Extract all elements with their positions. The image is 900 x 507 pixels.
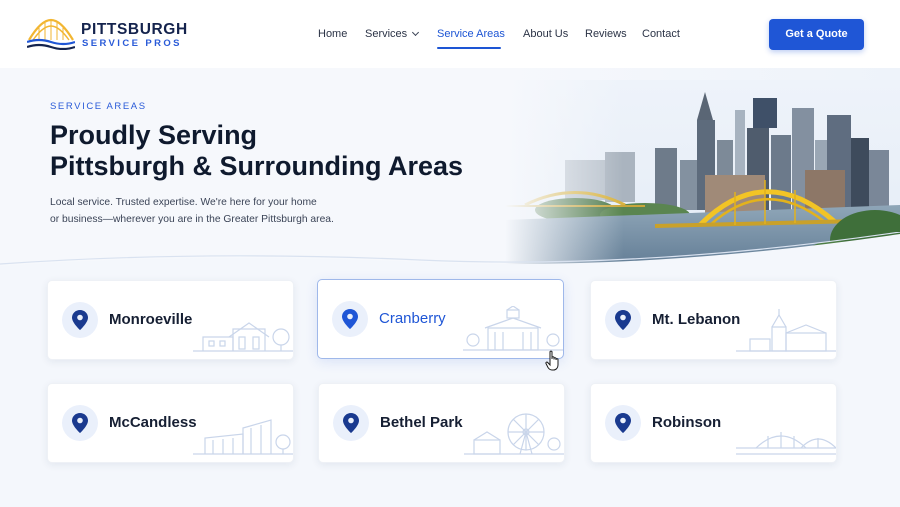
chevron-down-icon	[412, 28, 420, 37]
nav-services-label: Services	[365, 28, 408, 40]
map-pin-icon	[72, 310, 88, 330]
title-line-1: Proudly Serving	[50, 120, 258, 150]
area-card-monroeville[interactable]: Monroeville	[47, 280, 294, 360]
hero-wave-divider	[0, 232, 900, 282]
get-a-quote-button[interactable]: Get a Quote	[769, 19, 864, 50]
town-hall-illustration	[463, 306, 563, 351]
logo-title: PITTSBURGH	[81, 21, 188, 38]
bridge-illustration	[736, 432, 836, 455]
area-card-robinson[interactable]: Robinson	[590, 383, 837, 463]
logo-subtitle: SERVICE PROS	[82, 38, 182, 49]
map-pin-icon	[342, 309, 358, 329]
area-card-bethel-park[interactable]: Bethel Park	[318, 383, 565, 463]
shopping-building-illustration	[193, 322, 293, 352]
logo[interactable]: PITTSBURGH SERVICE PROS	[27, 18, 187, 52]
page-title: Proudly Serving Pittsburgh & Surrounding…	[50, 120, 490, 182]
area-name: Mt. Lebanon	[652, 311, 741, 328]
nav-home[interactable]: Home	[318, 28, 347, 40]
map-pin-icon	[615, 310, 631, 330]
description-line-2: or business—wherever you are in the Grea…	[50, 214, 334, 225]
area-card-mccandless[interactable]: McCandless	[47, 383, 294, 463]
pin-circle	[333, 405, 369, 441]
church-illustration	[736, 309, 836, 352]
nav-reviews[interactable]: Reviews	[585, 28, 627, 40]
map-pin-icon	[615, 413, 631, 433]
description-line-1: Local service. Trusted expertise. We're …	[50, 197, 317, 208]
title-line-2: Pittsburgh & Surrounding Areas	[50, 151, 464, 181]
pin-circle	[605, 302, 641, 338]
map-pin-icon	[343, 413, 359, 433]
site-header: PITTSBURGH SERVICE PROS Home Services Se…	[0, 0, 900, 68]
pin-circle	[62, 405, 98, 441]
hand-cursor-icon	[545, 350, 559, 371]
area-name: Cranberry	[379, 310, 446, 327]
pin-circle	[332, 301, 368, 337]
pin-circle	[62, 302, 98, 338]
area-card-mt-lebanon[interactable]: Mt. Lebanon	[590, 280, 837, 360]
modern-building-illustration	[193, 419, 293, 455]
section-eyebrow: SERVICE AREAS	[50, 101, 147, 112]
area-card-cranberry[interactable]: Cranberry	[317, 279, 564, 359]
area-name: Robinson	[652, 414, 722, 431]
area-name: McCandless	[109, 414, 197, 431]
pin-circle	[605, 405, 641, 441]
nav-contact[interactable]: Contact	[642, 28, 680, 40]
nav-service-areas[interactable]: Service Areas	[437, 28, 505, 40]
area-name: Monroeville	[109, 311, 193, 328]
area-name: Bethel Park	[380, 414, 463, 431]
map-pin-icon	[72, 413, 88, 433]
bridge-logo-icon	[27, 18, 75, 50]
nav-about-us[interactable]: About Us	[523, 28, 568, 40]
hero-description: Local service. Trusted expertise. We're …	[50, 194, 350, 228]
ferris-wheel-illustration	[464, 413, 564, 455]
nav-services[interactable]: Services	[365, 28, 420, 40]
active-nav-underline	[437, 47, 501, 49]
